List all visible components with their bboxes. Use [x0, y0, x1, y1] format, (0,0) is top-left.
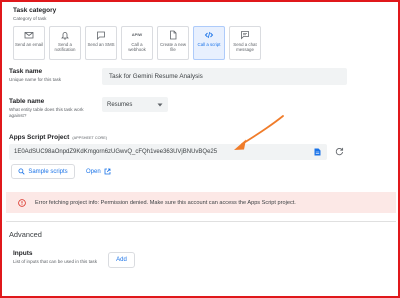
table-name-select[interactable]: Resumes — [102, 97, 168, 112]
apps-script-file-icon[interactable] — [314, 148, 321, 156]
sample-scripts-button[interactable]: Sample scripts — [11, 164, 75, 179]
table-name-title: Table name — [9, 98, 45, 105]
email-icon — [24, 32, 34, 39]
open-button[interactable]: Open — [86, 166, 111, 177]
apps-script-id-value: 1E0AdSUC98aOnpdZ9KdKmgorn6zUGwvQ_cFQh1ve… — [14, 149, 218, 155]
file-icon — [170, 30, 177, 40]
apps-script-heading: Apps Script Project (APPSHEET CORE) — [9, 134, 107, 141]
caret-down-icon — [157, 103, 163, 106]
script-icon — [204, 31, 214, 39]
apps-script-title: Apps Script Project — [9, 134, 70, 141]
category-label: Send an email — [14, 42, 44, 47]
task-category-title: Task category — [13, 7, 57, 14]
category-send-notification[interactable]: Send a notification — [49, 26, 81, 60]
category-send-email[interactable]: Send an email — [13, 26, 45, 60]
task-category-options: Send an email Send a notification Send a… — [13, 26, 261, 60]
task-name-value: Task for Gemini Resume Analysis — [109, 73, 203, 80]
bell-icon — [61, 32, 69, 40]
error-message: Error fetching project info: Permission … — [35, 199, 296, 206]
api-icon: APIW — [131, 32, 143, 37]
table-name-subtitle: What entity table does this task work ag… — [9, 107, 84, 118]
annotation-arrow-icon — [234, 115, 284, 150]
divider — [6, 221, 396, 222]
category-label: Call a webhook — [128, 42, 146, 52]
open-label: Open — [86, 168, 101, 175]
inputs-title: Inputs — [13, 250, 33, 257]
table-name-value: Resumes — [107, 101, 133, 108]
apps-script-tag: (APPSHEET CORE) — [72, 136, 108, 140]
open-in-new-icon — [104, 168, 111, 175]
advanced-heading: Advanced — [9, 230, 42, 239]
category-label: Create a new file — [159, 42, 187, 52]
category-send-sms[interactable]: Send an SMS — [85, 26, 117, 60]
category-label: Call a script — [197, 42, 221, 47]
inputs-subtitle: List of inputs that can be used in this … — [13, 259, 98, 264]
refresh-icon[interactable] — [335, 147, 344, 156]
task-name-input[interactable]: Task for Gemini Resume Analysis — [102, 68, 347, 85]
add-input-button[interactable]: Add — [108, 252, 135, 268]
task-name-title: Task name — [9, 68, 43, 75]
sample-scripts-label: Sample scripts — [28, 168, 68, 175]
add-input-label: Add — [116, 257, 127, 263]
search-icon — [18, 168, 25, 175]
category-label: Send a notification — [54, 42, 76, 52]
category-create-file[interactable]: Create a new file — [157, 26, 189, 60]
category-label: Send an SMS — [87, 42, 115, 47]
task-category-subtitle: Category of task — [13, 16, 47, 21]
category-send-chat[interactable]: Send a chat message — [229, 26, 261, 60]
task-name-subtitle: Unique name for this task — [9, 77, 62, 82]
error-banner: Error fetching project info: Permission … — [6, 192, 396, 213]
error-icon — [18, 198, 26, 207]
chat-icon — [241, 31, 249, 40]
sms-icon — [97, 31, 105, 40]
category-call-webhook[interactable]: APIW Call a webhook — [121, 26, 153, 60]
category-label: Send a chat message — [233, 42, 257, 52]
category-call-script[interactable]: Call a script — [193, 26, 225, 60]
